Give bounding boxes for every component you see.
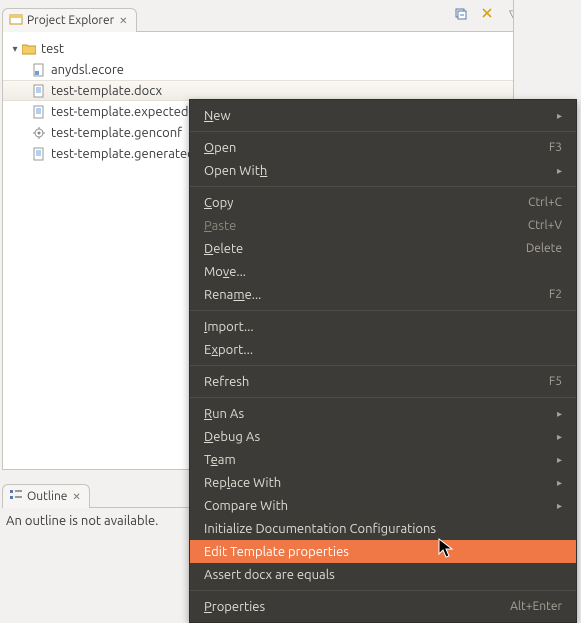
submenu-arrow-icon: ▸ bbox=[557, 431, 562, 443]
project-folder-icon bbox=[21, 41, 37, 57]
tree-root-label: test bbox=[41, 42, 64, 56]
close-icon[interactable]: ✕ bbox=[72, 491, 80, 503]
context-menu-item[interactable]: Replace With ▸ bbox=[190, 471, 576, 494]
submenu-arrow-icon: ▸ bbox=[557, 477, 562, 489]
context-menu-item[interactable]: Rename... F2 bbox=[190, 283, 576, 306]
doc-file-icon bbox=[31, 146, 47, 162]
context-menu-label: Properties bbox=[204, 600, 500, 614]
context-menu-item: Paste Ctrl+V bbox=[190, 214, 576, 237]
context-menu-item[interactable]: Import... bbox=[190, 315, 576, 338]
context-menu-separator bbox=[190, 310, 576, 311]
tree-item-label: test-template.docx bbox=[51, 84, 162, 98]
context-menu-label: Move... bbox=[204, 265, 562, 279]
context-menu-item[interactable]: New ▸ bbox=[190, 104, 576, 127]
context-menu-label: Compare With bbox=[204, 499, 549, 513]
tree-item[interactable]: test-template.docx bbox=[3, 80, 578, 101]
tree-root[interactable]: ▾ test bbox=[3, 38, 578, 59]
context-menu-label: Delete bbox=[204, 242, 516, 256]
context-menu-item[interactable]: Properties Alt+Enter bbox=[190, 595, 576, 618]
context-menu-accel: Alt+Enter bbox=[510, 600, 562, 613]
context-menu-label: Copy bbox=[204, 196, 518, 210]
submenu-arrow-icon: ▸ bbox=[557, 165, 562, 177]
context-menu-separator bbox=[190, 131, 576, 132]
context-menu-label: Team bbox=[204, 453, 549, 467]
context-menu-item[interactable]: Assert docx are equals bbox=[190, 563, 576, 586]
doc-file-icon bbox=[31, 83, 47, 99]
submenu-arrow-icon: ▸ bbox=[557, 500, 562, 512]
context-menu-label: Paste bbox=[204, 219, 518, 233]
collapse-all-icon[interactable] bbox=[453, 6, 469, 22]
tab-label: Outline bbox=[27, 490, 67, 503]
context-menu-label: Assert docx are equals bbox=[204, 568, 562, 582]
context-menu-label: Open bbox=[204, 141, 539, 155]
context-menu-separator bbox=[190, 397, 576, 398]
submenu-arrow-icon: ▸ bbox=[557, 408, 562, 420]
link-with-editor-icon[interactable] bbox=[479, 6, 495, 22]
submenu-arrow-icon: ▸ bbox=[557, 454, 562, 466]
context-menu-label: Open With bbox=[204, 164, 549, 178]
context-menu-item[interactable]: Delete Delete bbox=[190, 237, 576, 260]
context-menu-item[interactable]: Initialize Documentation Configurations bbox=[190, 517, 576, 540]
context-menu-item[interactable]: Open F3 bbox=[190, 136, 576, 159]
context-menu-item[interactable]: Debug As ▸ bbox=[190, 425, 576, 448]
outline-icon bbox=[9, 488, 23, 505]
outline-message: An outline is not available. bbox=[6, 514, 158, 528]
context-menu-item[interactable]: Copy Ctrl+C bbox=[190, 191, 576, 214]
context-menu-item[interactable]: Run As ▸ bbox=[190, 402, 576, 425]
context-menu-separator bbox=[190, 365, 576, 366]
navigator-icon bbox=[9, 12, 23, 29]
context-menu-accel: F3 bbox=[549, 141, 562, 154]
context-menu-label: Rename... bbox=[204, 288, 539, 302]
outline-tab[interactable]: Outline ✕ bbox=[2, 484, 90, 508]
close-icon[interactable]: ✕ bbox=[119, 15, 127, 27]
project-explorer-tabbar: Project Explorer ✕ ▽ ▁ ▭ bbox=[2, 2, 579, 32]
context-menu: New ▸ Open F3Open With ▸ Copy Ctrl+C Paste Ctrl+… bbox=[189, 99, 577, 623]
project-explorer-tab[interactable]: Project Explorer ✕ bbox=[2, 8, 137, 32]
context-menu-item[interactable]: Refresh F5 bbox=[190, 370, 576, 393]
context-menu-accel: Ctrl+V bbox=[528, 219, 562, 232]
context-menu-item[interactable]: Open With ▸ bbox=[190, 159, 576, 182]
context-menu-label: Replace With bbox=[204, 476, 549, 490]
context-menu-label: Export... bbox=[204, 343, 562, 357]
context-menu-item[interactable]: Team ▸ bbox=[190, 448, 576, 471]
genconf-file-icon bbox=[31, 125, 47, 141]
context-menu-item[interactable]: Edit Template properties bbox=[190, 540, 576, 563]
ecore-file-icon bbox=[31, 62, 47, 78]
context-menu-item[interactable]: Move... bbox=[190, 260, 576, 283]
tree-item-label: test-template.genconf bbox=[51, 126, 182, 140]
context-menu-accel: Ctrl+C bbox=[528, 196, 562, 209]
context-menu-label: Debug As bbox=[204, 430, 549, 444]
context-menu-accel: F2 bbox=[549, 288, 562, 301]
tree-item-label: anydsl.ecore bbox=[51, 63, 124, 77]
context-menu-label: Run As bbox=[204, 407, 549, 421]
context-menu-item[interactable]: Export... bbox=[190, 338, 576, 361]
context-menu-item[interactable]: Compare With ▸ bbox=[190, 494, 576, 517]
context-menu-label: Refresh bbox=[204, 375, 539, 389]
context-menu-label: New bbox=[204, 109, 549, 123]
context-menu-separator bbox=[190, 590, 576, 591]
context-menu-label: Edit Template properties bbox=[204, 545, 562, 559]
context-menu-accel: F5 bbox=[549, 375, 562, 388]
expand-icon[interactable]: ▾ bbox=[9, 43, 21, 55]
tree-item[interactable]: anydsl.ecore bbox=[3, 59, 578, 80]
context-menu-label: Import... bbox=[204, 320, 562, 334]
doc-file-icon bbox=[31, 104, 47, 120]
context-menu-label: Initialize Documentation Configurations bbox=[204, 522, 562, 536]
tab-label: Project Explorer bbox=[27, 14, 114, 27]
submenu-arrow-icon: ▸ bbox=[557, 110, 562, 122]
context-menu-accel: Delete bbox=[526, 242, 562, 255]
context-menu-separator bbox=[190, 186, 576, 187]
